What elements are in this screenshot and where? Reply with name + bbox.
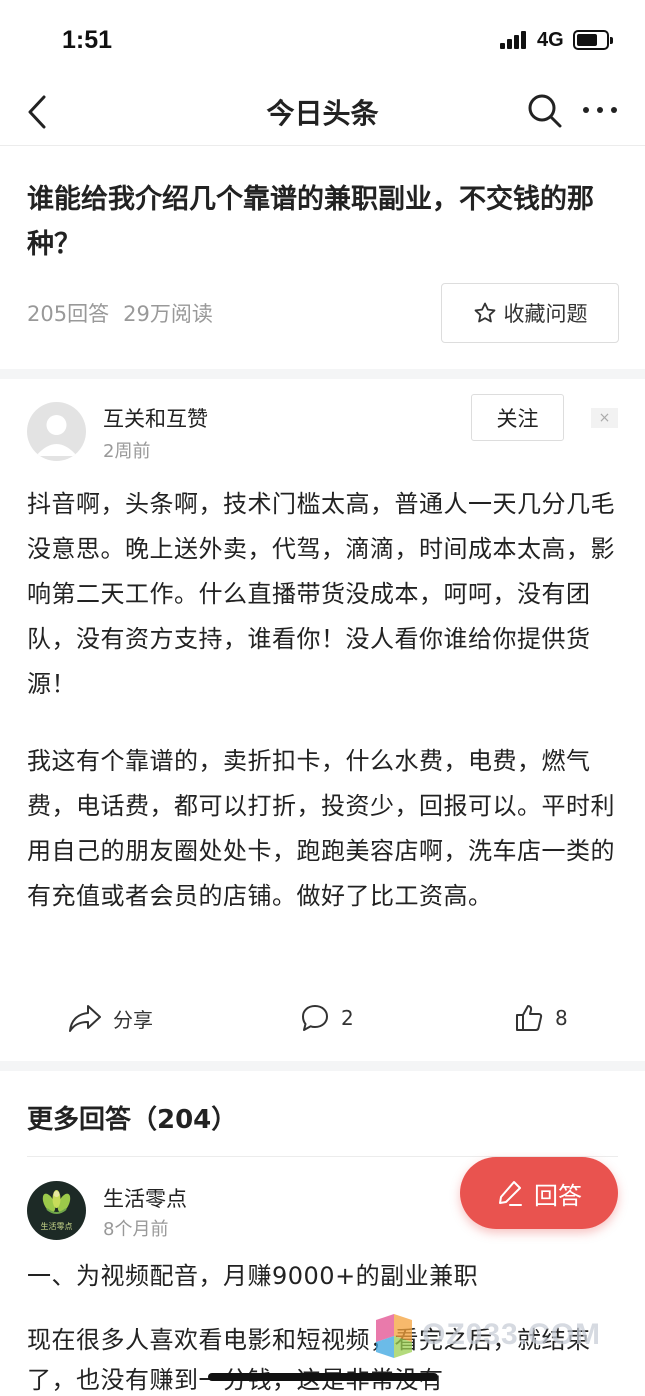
like-count: 8 [555,1006,568,1030]
watermark-text: OZ033.COM [422,1318,602,1351]
share-label: 分享 [113,1007,153,1032]
signal-icon [500,31,528,49]
star-icon [474,302,495,323]
like-button[interactable]: 8 [514,1003,568,1033]
pencil-icon [499,1181,522,1206]
answer-paragraph: 我这有个靠谱的，卖折扣卡，什么水费，电费，燃气费，电话费，都可以打折，投资少，回… [27,747,615,910]
status-time: 1:51 [62,26,113,54]
answer-headline: 一、为视频配音，月赚9000+的副业兼职 [27,1262,479,1290]
follow-button[interactable]: 关注 [471,394,564,441]
comment-button[interactable]: 2 [300,1003,354,1033]
answer-actions: 分享 2 8 [0,993,645,1043]
author-name[interactable]: 互关和互赞 [103,403,208,433]
answer-button[interactable]: 回答 [460,1157,618,1229]
more-dots-icon[interactable] [578,90,622,130]
answer-paragraph: 抖音啊，头条啊，技术门槛太高，普通人一天几分几毛没意思。晚上送外卖，代驾，滴滴，… [27,490,615,698]
author-name[interactable]: 生活零点 [103,1183,187,1213]
section-divider [0,1061,645,1071]
answer-card: 互关和互赞 2周前 关注 × 抖音啊，头条啊，技术门槛太高，普通人一天几分几毛没… [0,379,645,1061]
comment-icon [302,1005,328,1031]
question-stats: 205回答 29万阅读 [27,298,213,328]
post-time: 8个月前 [103,1219,169,1240]
answer-button-label: 回答 [534,1181,582,1210]
read-count: 29万阅读 [123,302,213,326]
favorite-question-button[interactable]: 收藏问题 [441,283,619,343]
avatar[interactable]: 生活零点 [27,1181,86,1240]
comment-count: 2 [341,1006,354,1030]
question-header: 谁能给我介绍几个靠谱的兼职副业，不交钱的那种？ 205回答 29万阅读 收藏问题 [0,147,645,369]
post-time: 2周前 [103,441,151,462]
thumbs-up-icon [516,1005,543,1031]
question-title: 谁能给我介绍几个靠谱的兼职副业，不交钱的那种？ [27,184,594,260]
share-button[interactable]: 分享 [68,1003,153,1033]
share-icon [69,1005,101,1032]
avatar-caption: 生活零点 [40,1222,73,1231]
favorite-label: 收藏问题 [503,302,588,326]
network-label: 4G [537,29,564,51]
answer-count: 205回答 [27,302,110,326]
nav-bar: 今日头条 [0,80,645,146]
status-bar: 1:51 4G [0,0,645,80]
home-indicator[interactable] [208,1373,438,1381]
close-icon[interactable]: × [591,408,618,428]
more-answers-title: 更多回答（204） [27,1105,238,1135]
watermark-logo-icon [376,1314,412,1358]
watermark: OZ033.COM [370,1312,600,1362]
section-divider [0,369,645,379]
avatar[interactable] [27,402,86,461]
search-icon[interactable] [524,90,564,130]
battery-icon [573,30,613,50]
